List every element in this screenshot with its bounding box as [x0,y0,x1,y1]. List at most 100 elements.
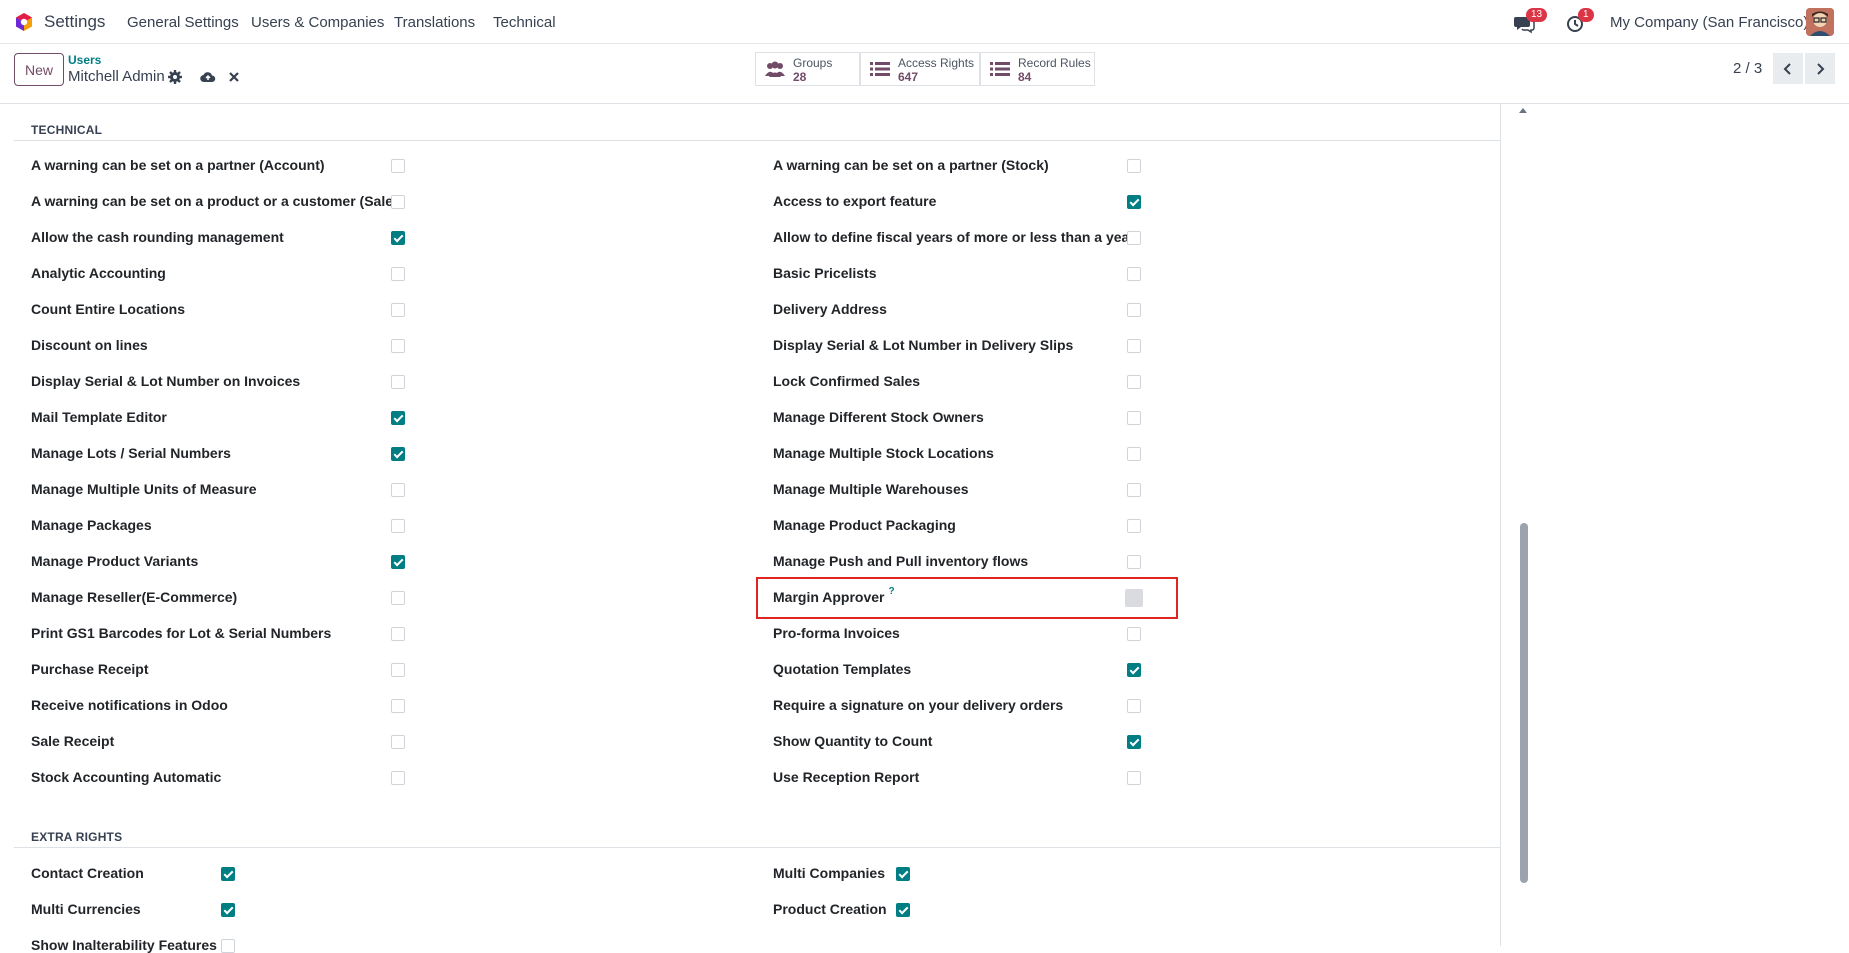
help-tooltip-icon[interactable]: ? [889,586,895,597]
stat-groups-value: 28 [793,70,807,84]
access-right-label: Manage Push and Pull inventory flows [773,553,1029,569]
access-right-label: Manage Packages [31,517,152,533]
access-right-label: Allow the cash rounding management [31,229,284,245]
scroll-up-arrow-icon[interactable] [1519,108,1527,113]
access-right-checkbox[interactable] [1127,519,1141,533]
list-icon [990,62,1010,76]
access-right-label: Quotation Templates [773,661,912,677]
access-right-label: Manage Multiple Warehouses [773,481,969,497]
section-divider [14,847,1500,848]
access-right-checkbox[interactable] [391,627,405,641]
access-right-label: Multi Currencies [31,901,141,917]
access-right-label: Require a signature on your delivery ord… [773,697,1064,713]
access-right-label: Allow to define fiscal years of more or … [773,229,1135,245]
messages-button[interactable]: 13 [1512,8,1548,34]
access-right-label: Delivery Address [773,301,887,317]
list-icon [870,62,890,76]
access-right-checkbox[interactable] [1127,303,1141,317]
access-right-label: Basic Pricelists [773,265,877,281]
access-right-checkbox[interactable] [1127,627,1141,641]
access-right-checkbox[interactable] [221,867,235,881]
access-right-label: Pro-forma Invoices [773,625,900,641]
access-right-checkbox[interactable] [1127,483,1141,497]
access-right-label: Manage Multiple Units of Measure [31,481,257,497]
checkbox-focus-ring [1125,589,1143,607]
access-right-label: Stock Accounting Automatic [31,769,222,785]
access-right-checkbox[interactable] [391,195,405,209]
access-right-checkbox[interactable] [1127,735,1141,749]
stat-record-rules-value: 84 [1018,70,1032,84]
access-right-checkbox[interactable] [391,159,405,173]
access-right-checkbox[interactable] [1127,159,1141,173]
pager-next-button[interactable] [1805,53,1835,84]
access-right-checkbox[interactable] [221,903,235,917]
app-name[interactable]: Settings [44,12,105,32]
access-right-checkbox[interactable] [221,939,235,953]
access-right-checkbox[interactable] [391,699,405,713]
access-right-checkbox[interactable] [391,519,405,533]
chevron-left-icon [1783,62,1791,75]
access-right-checkbox[interactable] [391,555,405,569]
access-right-checkbox[interactable] [1127,195,1141,209]
activities-button[interactable]: 1 [1564,8,1594,34]
stat-access-rights-label: Access Rights [898,56,975,70]
access-right-checkbox[interactable] [391,663,405,677]
access-right-label: Mail Template Editor [31,409,167,425]
access-right-checkbox[interactable] [391,735,405,749]
access-right-checkbox[interactable] [391,411,405,425]
access-right-checkbox[interactable] [391,375,405,389]
access-right-checkbox[interactable] [896,867,910,881]
access-right-checkbox[interactable] [391,447,405,461]
company-switcher[interactable]: My Company (San Francisco) [1610,14,1808,31]
cloud-upload-icon[interactable] [200,69,216,85]
menu-general-settings[interactable]: General Settings [127,14,239,31]
access-right-checkbox[interactable] [896,903,910,917]
stat-record-rules-button[interactable]: Record Rules 84 [980,52,1095,86]
access-right-label: A warning can be set on a partner (Stock… [773,157,1049,173]
gear-icon[interactable] [167,69,183,85]
stat-access-rights-button[interactable]: Access Rights 647 [860,52,980,86]
access-right-label: Lock Confirmed Sales [773,373,921,389]
access-right-checkbox[interactable] [1127,447,1141,461]
section-divider [14,140,1500,141]
menu-users-companies[interactable]: Users & Companies [251,14,384,31]
breadcrumb-users[interactable]: Users [68,53,101,67]
access-right-label: Manage Reseller(E-Commerce) [31,589,238,605]
messages-badge: 13 [1526,8,1548,22]
access-right-checkbox[interactable] [1127,231,1141,245]
access-right-checkbox[interactable] [1127,771,1141,785]
new-button[interactable]: New [14,53,64,86]
access-right-checkbox[interactable] [1127,267,1141,281]
access-right-label: Count Entire Locations [31,301,185,317]
access-right-label: Display Serial & Lot Number on Invoices [31,373,301,389]
menu-technical[interactable]: Technical [493,14,556,31]
stat-record-rules-label: Record Rules [1018,56,1091,70]
top-navbar: Settings General Settings Users & Compan… [0,0,1849,44]
stat-groups-button[interactable]: Groups 28 [755,52,860,86]
access-right-checkbox[interactable] [1127,411,1141,425]
access-right-checkbox[interactable] [391,231,405,245]
pager-value[interactable]: 2 / 3 [1733,60,1762,77]
access-right-checkbox[interactable] [391,339,405,353]
menu-translations[interactable]: Translations [394,14,475,31]
discard-close-icon[interactable] [226,69,242,85]
odoo-home-icon[interactable] [14,12,34,32]
access-right-label: Manage Product Packaging [773,517,956,533]
access-right-label: Manage Different Stock Owners [773,409,984,425]
access-right-checkbox[interactable] [1127,699,1141,713]
pager-previous-button[interactable] [1773,53,1803,84]
access-right-checkbox[interactable] [391,303,405,317]
access-right-checkbox[interactable] [1127,663,1141,677]
access-right-checkbox[interactable] [1127,555,1141,569]
control-panel: New Users Mitchell Admin Groups 28 Acces… [0,44,1849,104]
access-right-checkbox[interactable] [1127,375,1141,389]
user-avatar[interactable] [1806,8,1834,36]
access-right-checkbox[interactable] [1127,339,1141,353]
access-right-checkbox[interactable] [391,483,405,497]
access-right-checkbox[interactable] [391,267,405,281]
access-right-label: Print GS1 Barcodes for Lot & Serial Numb… [31,625,332,641]
access-right-checkbox[interactable] [391,771,405,785]
access-right-checkbox[interactable] [391,591,405,605]
scrollbar-thumb[interactable] [1520,523,1528,883]
users-icon [765,61,785,77]
